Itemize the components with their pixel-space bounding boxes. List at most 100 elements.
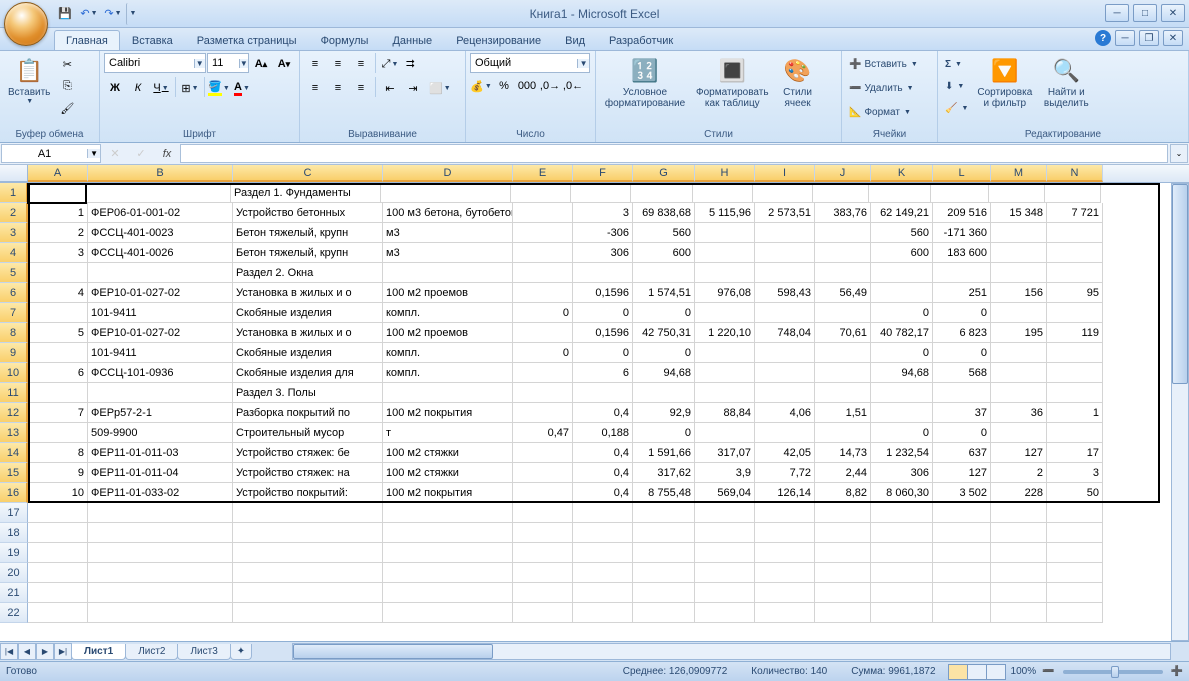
cell-M17[interactable] bbox=[991, 503, 1047, 523]
row-header-19[interactable]: 19 bbox=[0, 543, 28, 563]
cell-N2[interactable]: 7 721 bbox=[1047, 203, 1103, 223]
cell-C10[interactable]: Скобяные изделия для bbox=[233, 363, 383, 383]
column-header-I[interactable]: I bbox=[755, 165, 815, 182]
cell-J5[interactable] bbox=[815, 263, 871, 283]
cell-H18[interactable] bbox=[695, 523, 755, 543]
accounting-format[interactable]: 💰▼ bbox=[470, 75, 492, 97]
cell-A4[interactable]: 3 bbox=[28, 243, 88, 263]
cell-G20[interactable] bbox=[633, 563, 695, 583]
cell-K21[interactable] bbox=[871, 583, 933, 603]
cell-L8[interactable]: 6 823 bbox=[933, 323, 991, 343]
align-center[interactable]: ≡ bbox=[327, 77, 349, 99]
cell-E13[interactable]: 0,47 bbox=[513, 423, 573, 443]
decrease-indent[interactable]: ⇤ bbox=[379, 77, 401, 99]
cell-D18[interactable] bbox=[383, 523, 513, 543]
cell-E2[interactable] bbox=[513, 203, 573, 223]
cell-L7[interactable]: 0 bbox=[933, 303, 991, 323]
cell-B14[interactable]: ФЕР11-01-011-03 bbox=[88, 443, 233, 463]
cell-G14[interactable]: 1 591,66 bbox=[633, 443, 695, 463]
cell-G16[interactable]: 8 755,48 bbox=[633, 483, 695, 503]
cell-N1[interactable] bbox=[1045, 183, 1101, 203]
row-header-14[interactable]: 14 bbox=[0, 443, 28, 463]
wrap-text[interactable]: ⮆ bbox=[402, 53, 419, 75]
column-header-C[interactable]: C bbox=[233, 165, 383, 182]
cell-I18[interactable] bbox=[755, 523, 815, 543]
cell-K10[interactable]: 94,68 bbox=[871, 363, 933, 383]
row-header-20[interactable]: 20 bbox=[0, 563, 28, 583]
cell-A17[interactable] bbox=[28, 503, 88, 523]
cell-G8[interactable]: 42 750,31 bbox=[633, 323, 695, 343]
cell-J3[interactable] bbox=[815, 223, 871, 243]
cell-B4[interactable]: ФССЦ-401-0026 bbox=[88, 243, 233, 263]
cell-G10[interactable]: 94,68 bbox=[633, 363, 695, 383]
cell-I2[interactable]: 2 573,51 bbox=[755, 203, 815, 223]
font-name-input[interactable] bbox=[105, 57, 194, 69]
cell-L22[interactable] bbox=[933, 603, 991, 623]
fill[interactable]: ⬇▼ bbox=[942, 75, 971, 97]
cell-L9[interactable]: 0 bbox=[933, 343, 991, 363]
cell-A3[interactable]: 2 bbox=[28, 223, 88, 243]
cell-B11[interactable] bbox=[88, 383, 233, 403]
cell-I5[interactable] bbox=[755, 263, 815, 283]
cell-G6[interactable]: 1 574,51 bbox=[633, 283, 695, 303]
cell-F11[interactable] bbox=[573, 383, 633, 403]
insert-cells[interactable]: ➕Вставить▼ bbox=[846, 53, 921, 75]
cell-J8[interactable]: 70,61 bbox=[815, 323, 871, 343]
cell-M3[interactable] bbox=[991, 223, 1047, 243]
cell-D2[interactable]: 100 м3 бетона, бутобетона и жел bbox=[383, 203, 513, 223]
cell-I20[interactable] bbox=[755, 563, 815, 583]
cell-L17[interactable] bbox=[933, 503, 991, 523]
cell-J21[interactable] bbox=[815, 583, 871, 603]
cell-A8[interactable]: 5 bbox=[28, 323, 88, 343]
cell-C15[interactable]: Устройство стяжек: на bbox=[233, 463, 383, 483]
cell-F12[interactable]: 0,4 bbox=[573, 403, 633, 423]
cell-H20[interactable] bbox=[695, 563, 755, 583]
cell-M20[interactable] bbox=[991, 563, 1047, 583]
cell-C22[interactable] bbox=[233, 603, 383, 623]
cell-J2[interactable]: 383,76 bbox=[815, 203, 871, 223]
doc-close[interactable]: ✕ bbox=[1163, 30, 1183, 46]
cell-E9[interactable]: 0 bbox=[513, 343, 573, 363]
cell-E11[interactable] bbox=[513, 383, 573, 403]
cell-N20[interactable] bbox=[1047, 563, 1103, 583]
cell-A15[interactable]: 9 bbox=[28, 463, 88, 483]
cell-I16[interactable]: 126,14 bbox=[755, 483, 815, 503]
row-header-5[interactable]: 5 bbox=[0, 263, 28, 283]
cell-G19[interactable] bbox=[633, 543, 695, 563]
cell-D13[interactable]: т bbox=[383, 423, 513, 443]
row-header-8[interactable]: 8 bbox=[0, 323, 28, 343]
row-header-10[interactable]: 10 bbox=[0, 363, 28, 383]
cell-N16[interactable]: 50 bbox=[1047, 483, 1103, 503]
align-bottom[interactable]: ≡ bbox=[350, 53, 372, 75]
sheet-tab-3[interactable]: Лист3 bbox=[177, 644, 230, 660]
cell-F7[interactable]: 0 bbox=[573, 303, 633, 323]
cell-D12[interactable]: 100 м2 покрытия bbox=[383, 403, 513, 423]
cell-A19[interactable] bbox=[28, 543, 88, 563]
cell-I19[interactable] bbox=[755, 543, 815, 563]
cell-I17[interactable] bbox=[755, 503, 815, 523]
cell-L12[interactable]: 37 bbox=[933, 403, 991, 423]
cell-H11[interactable] bbox=[695, 383, 755, 403]
delete-cells[interactable]: ➖Удалить▼ bbox=[846, 77, 917, 99]
cell-M14[interactable]: 127 bbox=[991, 443, 1047, 463]
cell-N15[interactable]: 3 bbox=[1047, 463, 1103, 483]
vscroll-thumb[interactable] bbox=[1172, 184, 1188, 384]
row-header-22[interactable]: 22 bbox=[0, 603, 28, 623]
cell-E12[interactable] bbox=[513, 403, 573, 423]
italic-button[interactable]: К bbox=[127, 77, 149, 99]
cell-F18[interactable] bbox=[573, 523, 633, 543]
cell-E6[interactable] bbox=[513, 283, 573, 303]
merge-cells[interactable]: ⬜▼ bbox=[425, 77, 455, 99]
cell-D21[interactable] bbox=[383, 583, 513, 603]
cell-E20[interactable] bbox=[513, 563, 573, 583]
zoom-out[interactable]: ➖ bbox=[1042, 666, 1054, 677]
cell-K16[interactable]: 8 060,30 bbox=[871, 483, 933, 503]
cell-G5[interactable] bbox=[633, 263, 695, 283]
cell-A13[interactable] bbox=[28, 423, 88, 443]
cell-B6[interactable]: ФЕР10-01-027-02 bbox=[88, 283, 233, 303]
cell-L10[interactable]: 568 bbox=[933, 363, 991, 383]
cell-N5[interactable] bbox=[1047, 263, 1103, 283]
cell-G15[interactable]: 317,62 bbox=[633, 463, 695, 483]
redo-button[interactable]: ↷▼ bbox=[102, 3, 124, 25]
cell-C9[interactable]: Скобяные изделия bbox=[233, 343, 383, 363]
